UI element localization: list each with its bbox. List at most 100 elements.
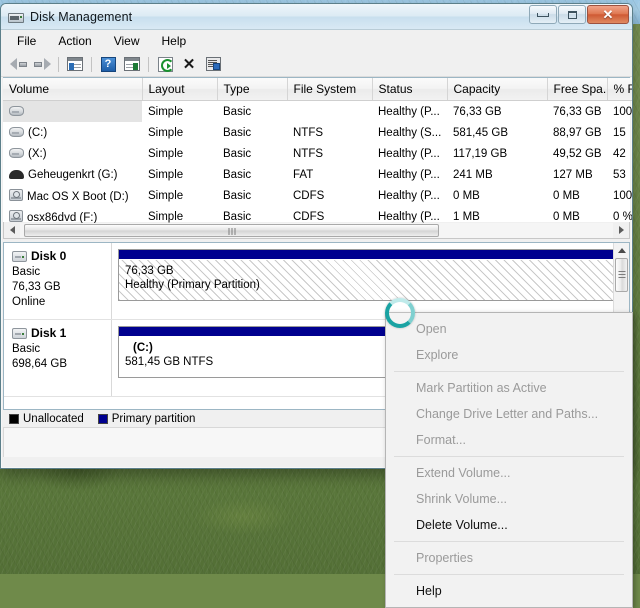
context-menu-item-change-drive-letter-and-paths: Change Drive Letter and Paths... <box>416 407 599 421</box>
menu-file[interactable]: File <box>7 31 46 51</box>
partition-block[interactable]: 76,33 GB Healthy (Primary Partition) <box>118 249 621 301</box>
volume-label: Geheugenkrt (G:) <box>28 168 118 181</box>
volume-table-body: Simple Basic Healthy (P... 76,33 GB 76,33 GB… <box>3 100 632 228</box>
disk-type: Basic <box>12 343 41 355</box>
delete-icon[interactable]: ✕ <box>178 54 200 74</box>
rescan-disks-icon[interactable] <box>202 54 224 74</box>
show-action-pane-icon[interactable] <box>121 54 143 74</box>
disk-icon <box>12 327 27 339</box>
hscroll-thumb[interactable] <box>24 223 439 237</box>
partition-color-bar <box>119 250 620 260</box>
menu-separator <box>394 371 624 372</box>
column-header-free-space[interactable]: Free Spa... <box>547 78 608 101</box>
partition-context-menu: Open Explore Mark Partition as Active Chang… <box>385 312 633 608</box>
disk-state: Online <box>12 296 46 308</box>
cell-free-space: 49,52 GB <box>553 147 602 160</box>
show-console-tree-icon[interactable] <box>64 54 86 74</box>
partition-line-1: 76,33 GB <box>125 265 174 277</box>
table-row[interactable]: Simple Basic Healthy (P... 76,33 GB 76,33 GB… <box>3 100 632 123</box>
menu-view[interactable]: View <box>104 31 150 51</box>
cell-free-space: 88,97 GB <box>553 126 602 139</box>
context-menu-item-open: Open <box>416 322 447 336</box>
legend-label-unallocated: Unallocated <box>23 413 84 425</box>
column-header-status[interactable]: Status <box>372 78 448 101</box>
minimize-button[interactable] <box>529 5 557 24</box>
legend-primary-partition: Primary partition <box>97 413 196 425</box>
volume-list-hscrollbar[interactable] <box>3 222 630 239</box>
hard-disk-icon <box>9 147 24 158</box>
legend-swatch-unallocated <box>9 414 19 424</box>
column-header-percent-free[interactable]: % F <box>607 78 632 101</box>
disk-info[interactable]: Disk 0 Basic 76,33 GB Online <box>4 243 112 319</box>
disk-row[interactable]: Disk 0 Basic 76,33 GB Online 76,33 GB Healthy… <box>4 243 629 320</box>
vscroll-up-button[interactable] <box>614 243 629 258</box>
hscroll-track[interactable] <box>20 222 613 238</box>
column-header-layout[interactable]: Layout <box>142 78 218 101</box>
disk-name-label: Disk 1 <box>31 326 67 340</box>
volume-label: Mac OS X Boot (D:) <box>27 190 129 203</box>
cell-type: Basic <box>223 126 252 139</box>
menu-action[interactable]: Action <box>48 31 101 51</box>
partition-line-2: Healthy (Primary Partition) <box>125 279 260 291</box>
legend-unallocated: Unallocated <box>9 413 84 425</box>
disk-info[interactable]: Disk 1 Basic 698,64 GB <box>4 320 112 396</box>
disk-icon <box>12 250 27 262</box>
cell-file-system <box>287 101 372 123</box>
forward-arrow-icon[interactable] <box>31 54 53 74</box>
cell-percent-free: 42 <box>613 147 626 160</box>
cell-percent-free: 53 <box>613 168 626 181</box>
toolbar-separator-1 <box>58 56 59 72</box>
cell-free-space: 76,33 GB <box>553 105 602 118</box>
column-header-capacity[interactable]: Capacity <box>447 78 548 101</box>
toolbar: ? ✕ <box>1 52 632 77</box>
column-header-file-system[interactable]: File System <box>287 78 373 101</box>
cell-status: Healthy (P... <box>378 168 440 181</box>
close-icon: ✕ <box>602 7 614 22</box>
cell-file-system: NTFS <box>293 126 324 139</box>
cell-type: Basic <box>223 105 252 118</box>
cd-drive-icon <box>9 209 23 222</box>
refresh-icon[interactable] <box>154 54 176 74</box>
legend-label-primary: Primary partition <box>111 413 196 425</box>
partition-body: 76,33 GB Healthy (Primary Partition) <box>119 260 620 300</box>
table-row[interactable]: (C:) Simple Basic NTFS Healthy (S... 581,45 G… <box>3 122 632 143</box>
context-menu-item-properties: Properties <box>416 551 473 565</box>
vscroll-thumb[interactable] <box>615 258 628 292</box>
cd-drive-icon <box>9 188 23 201</box>
title-bar[interactable]: Disk Management ✕ <box>1 4 632 30</box>
cell-percent-free: 100 <box>613 105 632 118</box>
table-row[interactable]: Mac OS X Boot (D:) Simple Basic CDFS Healthy… <box>3 185 632 206</box>
volume-list[interactable]: Volume Layout Type File System Status Ca… <box>3 77 632 224</box>
cell-layout: Simple <box>148 147 184 160</box>
disk-type: Basic <box>12 266 41 278</box>
menu-help[interactable]: Help <box>152 31 197 51</box>
disk-size: 76,33 GB <box>12 281 61 293</box>
usb-drive-icon <box>9 169 24 179</box>
table-row[interactable]: Geheugenkrt (G:) Simple Basic FAT Healthy (P… <box>3 164 632 185</box>
cell-volume: (X:) <box>3 143 142 164</box>
cell-type: Basic <box>223 189 252 202</box>
cell-capacity: 0 MB <box>453 189 480 202</box>
busy-spinner-cursor <box>385 298 415 328</box>
cell-capacity: 581,45 GB <box>453 126 508 139</box>
cell-status: Healthy (P... <box>378 189 440 202</box>
window-title: Disk Management <box>30 9 133 24</box>
legend-swatch-primary <box>97 414 108 424</box>
cell-volume: Geheugenkrt (G:) <box>3 164 142 185</box>
hard-disk-icon <box>9 126 24 137</box>
table-row[interactable]: (X:) Simple Basic NTFS Healthy (P... 117,19 G… <box>3 143 632 164</box>
maximize-button[interactable] <box>558 5 586 24</box>
menu-separator <box>394 541 624 542</box>
close-button[interactable]: ✕ <box>587 5 629 24</box>
context-menu-item-delete-volume[interactable]: Delete Volume... <box>386 512 632 538</box>
context-menu-item-mark-partition-as-active: Mark Partition as Active <box>416 381 547 395</box>
help-icon[interactable]: ? <box>97 54 119 74</box>
cell-volume <box>3 100 142 122</box>
column-header-volume[interactable]: Volume <box>3 78 143 101</box>
context-menu-item-help[interactable]: Help <box>386 578 632 604</box>
back-arrow-icon[interactable] <box>7 54 29 74</box>
cell-capacity: 117,19 GB <box>453 147 508 160</box>
cell-percent-free: 100 <box>613 189 632 202</box>
column-header-type[interactable]: Type <box>217 78 288 101</box>
toolbar-separator-3 <box>148 56 149 72</box>
